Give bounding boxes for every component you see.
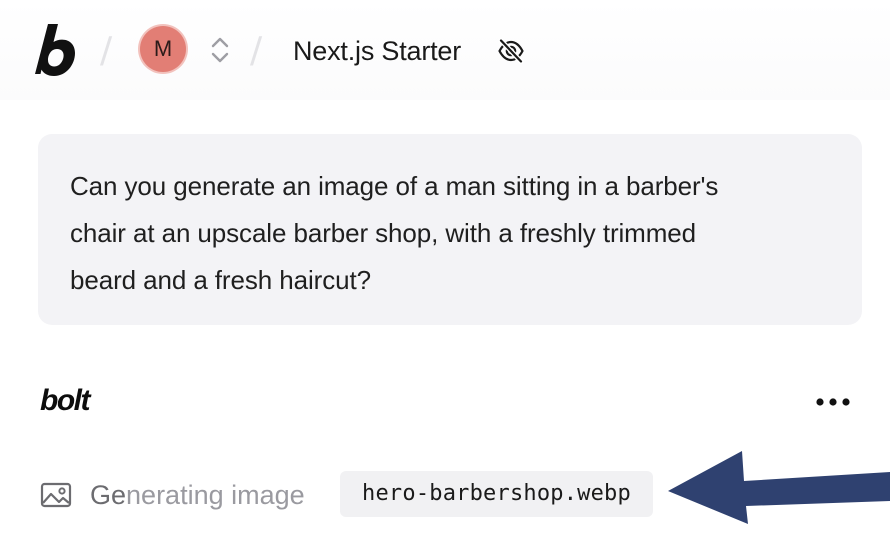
- user-message-text: Can you generate an image of a man sitti…: [70, 163, 850, 304]
- bolt-chat-page: / M / Next.js Starter Can you generate a…: [0, 0, 890, 550]
- breadcrumb-separator: /: [250, 30, 263, 71]
- file-name-chip[interactable]: hero-barbershop.webp: [340, 471, 653, 517]
- more-horizontal-icon[interactable]: [812, 390, 856, 414]
- project-title[interactable]: Next.js Starter: [293, 34, 461, 68]
- breadcrumb-separator: /: [100, 30, 113, 71]
- top-bar: / M / Next.js Starter: [0, 0, 890, 100]
- message-line: Can you generate an image of a man sitti…: [70, 171, 719, 201]
- message-line: beard and a fresh haircut?: [70, 265, 371, 295]
- status-text-dim: nerating: [126, 480, 232, 510]
- annotation-arrow-icon: [668, 451, 890, 524]
- user-message-bubble: Can you generate an image of a man sitti…: [38, 134, 862, 325]
- chevron-up-down-icon[interactable]: [208, 36, 232, 64]
- status-text-bright: Ge: [90, 480, 127, 510]
- status-text-tail: image: [231, 480, 305, 510]
- generation-status: Generating image: [90, 478, 305, 512]
- avatar[interactable]: M: [140, 26, 186, 72]
- bolt-logo-icon[interactable]: [34, 22, 78, 78]
- eye-off-icon[interactable]: [497, 38, 525, 64]
- message-line: chair at an upscale barber shop, with a …: [70, 218, 697, 248]
- image-icon: [40, 482, 72, 508]
- assistant-name: bolt: [40, 384, 90, 417]
